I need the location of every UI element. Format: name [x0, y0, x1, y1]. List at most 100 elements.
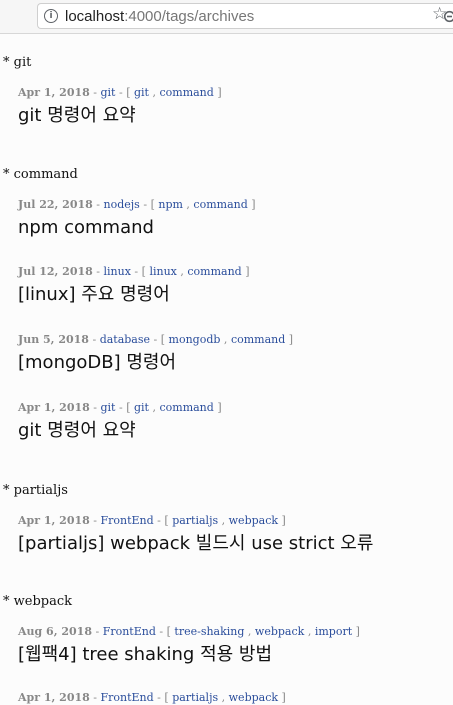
separator: -: [91, 625, 103, 638]
post-date: Jul 22, 2018: [18, 198, 93, 211]
tag-close-bracket: ]: [213, 401, 222, 414]
post-date: Jul 12, 2018: [18, 265, 93, 278]
post-date: Apr 1, 2018: [18, 401, 90, 414]
category-link[interactable]: FrontEnd: [103, 625, 156, 638]
tag-link[interactable]: webpack: [229, 691, 278, 704]
post-title-link[interactable]: [mongoDB] 명령어: [18, 352, 293, 374]
tag-comma: ,: [148, 401, 160, 414]
tag-link[interactable]: npm: [158, 198, 183, 211]
tag-close-bracket: ]: [241, 265, 250, 278]
separator: -: [88, 333, 100, 346]
tag-link[interactable]: command: [159, 86, 213, 99]
url-host: localhost: [65, 8, 125, 25]
category-link[interactable]: FrontEnd: [101, 691, 154, 704]
info-icon[interactable]: i: [44, 9, 58, 23]
tag-open-bracket: [: [160, 333, 169, 346]
tag-link[interactable]: partialjs: [172, 691, 218, 704]
url-path: :4000/tags/archives: [124, 8, 255, 25]
post-title-link[interactable]: git 명령어 요약: [18, 420, 222, 442]
post-meta: Jul 12, 2018 - linux - [ linux , command…: [18, 265, 250, 279]
tag-comma: ,: [218, 691, 229, 704]
category-link[interactable]: FrontEnd: [101, 514, 154, 527]
category-link[interactable]: nodejs: [104, 198, 140, 211]
separator: -: [130, 265, 142, 278]
separator: -: [89, 401, 101, 414]
post-title-link[interactable]: [partialjs] webpack 빌드시 use strict 오류: [18, 533, 373, 555]
post-meta: Apr 1, 2018 - git - [ git , command ]: [18, 86, 222, 100]
post-title-link[interactable]: [웹팩4] tree shaking 적용 방법: [18, 644, 360, 666]
post-item: Apr 1, 2018 - git - [ git , command ] gi…: [18, 401, 222, 442]
separator: -: [139, 198, 151, 211]
tag-link[interactable]: command: [193, 198, 247, 211]
tag-link[interactable]: command: [159, 401, 213, 414]
post-meta: Jun 5, 2018 - database - [ mongodb , com…: [18, 333, 293, 347]
tag-link[interactable]: webpack: [255, 625, 304, 638]
tag-close-bracket: ]: [247, 198, 256, 211]
separator: -: [115, 86, 127, 99]
category-link[interactable]: database: [100, 333, 150, 346]
separator: -: [150, 333, 161, 346]
separator: -: [89, 86, 101, 99]
tag-link[interactable]: command: [187, 265, 241, 278]
address-bar[interactable]: i localhost:4000/tags/archives: [37, 3, 453, 29]
post-item: Jun 5, 2018 - database - [ mongodb , com…: [18, 333, 293, 374]
post-date: Apr 1, 2018: [18, 691, 90, 704]
post-item: Jul 12, 2018 - linux - [ linux , command…: [18, 265, 250, 306]
tag-heading: * git: [3, 55, 32, 70]
post-meta: Jul 22, 2018 - nodejs - [ npm , command …: [18, 198, 256, 212]
separator: -: [155, 625, 167, 638]
post-title-link[interactable]: npm command: [18, 217, 256, 239]
post-title-link[interactable]: git 명령어 요약: [18, 105, 222, 127]
tag-heading: * command: [3, 167, 78, 182]
tag-comma: ,: [304, 625, 315, 638]
tag-heading: * partialjs: [3, 483, 68, 498]
tag-link[interactable]: git: [134, 86, 149, 99]
post-date: Apr 1, 2018: [18, 514, 90, 527]
tag-link[interactable]: command: [231, 333, 285, 346]
post-date: Aug 6, 2018: [18, 625, 92, 638]
tag-comma: ,: [182, 198, 194, 211]
separator: -: [115, 401, 127, 414]
tag-close-bracket: ]: [278, 514, 286, 527]
tag-link[interactable]: partialjs: [172, 514, 218, 527]
category-link[interactable]: git: [101, 401, 116, 414]
post-item: Aug 6, 2018 - FrontEnd - [ tree-shaking …: [18, 625, 360, 666]
separator: -: [92, 198, 104, 211]
tag-link[interactable]: mongodb: [169, 333, 221, 346]
tag-comma: ,: [148, 86, 160, 99]
separator: -: [153, 691, 165, 704]
browser-toolbar: i localhost:4000/tags/archives ☆: [0, 0, 453, 34]
post-meta: Apr 1, 2018 - FrontEnd - [ partialjs , w…: [18, 691, 286, 705]
tag-link[interactable]: import: [315, 625, 352, 638]
tag-comma: ,: [176, 265, 188, 278]
tag-comma: ,: [218, 514, 229, 527]
category-link[interactable]: git: [101, 86, 116, 99]
tag-link[interactable]: linux: [149, 265, 176, 278]
separator: -: [92, 265, 104, 278]
category-link[interactable]: linux: [104, 265, 131, 278]
post-meta: Apr 1, 2018 - git - [ git , command ]: [18, 401, 222, 415]
post-meta: Apr 1, 2018 - FrontEnd - [ partialjs , w…: [18, 514, 373, 528]
tag-link[interactable]: tree-shaking: [174, 625, 244, 638]
post-title-link[interactable]: [linux] 주요 명령어: [18, 284, 250, 306]
post-item: Apr 1, 2018 - FrontEnd - [ partialjs , w…: [18, 691, 286, 705]
post-date: Jun 5, 2018: [18, 333, 89, 346]
tag-open-bracket: [: [126, 401, 134, 414]
post-date: Apr 1, 2018: [18, 86, 90, 99]
bookmark-star-icon[interactable]: ☆: [432, 4, 447, 24]
tag-link[interactable]: webpack: [229, 514, 278, 527]
tag-comma: ,: [244, 625, 255, 638]
tag-close-bracket: ]: [285, 333, 294, 346]
post-item: Apr 1, 2018 - git - [ git , command ] gi…: [18, 86, 222, 127]
tag-link[interactable]: git: [134, 401, 149, 414]
tag-comma: ,: [220, 333, 231, 346]
separator: -: [89, 514, 101, 527]
post-item: Jul 22, 2018 - nodejs - [ npm , command …: [18, 198, 256, 239]
tag-close-bracket: ]: [352, 625, 360, 638]
url-text[interactable]: localhost:4000/tags/archives: [65, 8, 254, 26]
post-item: Apr 1, 2018 - FrontEnd - [ partialjs , w…: [18, 514, 373, 555]
separator: -: [89, 691, 101, 704]
tag-close-bracket: ]: [213, 86, 222, 99]
separator: -: [153, 514, 165, 527]
tag-close-bracket: ]: [278, 691, 286, 704]
